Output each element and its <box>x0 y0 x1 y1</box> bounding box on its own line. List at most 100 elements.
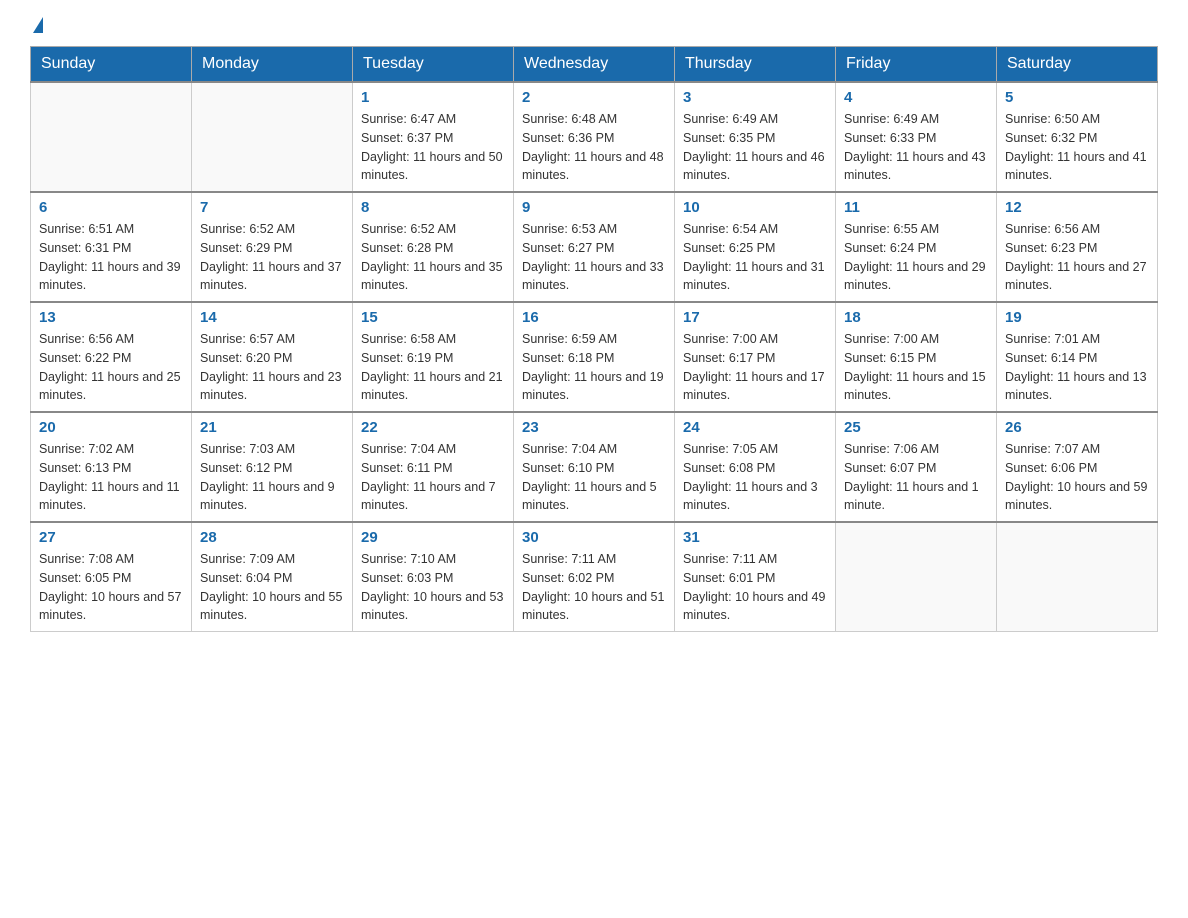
day-number: 5 <box>1005 89 1149 106</box>
calendar-cell: 31 Sunrise: 7:11 AMSunset: 6:01 PMDayligh… <box>675 522 836 632</box>
calendar-cell: 1 Sunrise: 6:47 AMSunset: 6:37 PMDaylight… <box>353 82 514 192</box>
day-number: 13 <box>39 309 183 326</box>
day-number: 26 <box>1005 419 1149 436</box>
day-number: 28 <box>200 529 344 546</box>
day-detail: Sunrise: 7:01 AMSunset: 6:14 PMDaylight:… <box>1005 330 1149 405</box>
day-detail: Sunrise: 6:51 AMSunset: 6:31 PMDaylight:… <box>39 220 183 295</box>
day-detail: Sunrise: 6:54 AMSunset: 6:25 PMDaylight:… <box>683 220 827 295</box>
calendar-cell: 25 Sunrise: 7:06 AMSunset: 6:07 PMDayligh… <box>836 412 997 522</box>
day-detail: Sunrise: 6:50 AMSunset: 6:32 PMDaylight:… <box>1005 110 1149 185</box>
day-number: 22 <box>361 419 505 436</box>
day-number: 11 <box>844 199 988 216</box>
calendar-cell: 3 Sunrise: 6:49 AMSunset: 6:35 PMDaylight… <box>675 82 836 192</box>
day-number: 12 <box>1005 199 1149 216</box>
day-detail: Sunrise: 7:04 AMSunset: 6:10 PMDaylight:… <box>522 440 666 515</box>
day-detail: Sunrise: 6:47 AMSunset: 6:37 PMDaylight:… <box>361 110 505 185</box>
day-number: 24 <box>683 419 827 436</box>
day-number: 23 <box>522 419 666 436</box>
calendar-cell: 19Sunrise: 7:01 AMSunset: 6:14 PMDayligh… <box>997 302 1158 412</box>
week-row-3: 13 Sunrise: 6:56 AMSunset: 6:22 PMDayligh… <box>31 302 1158 412</box>
day-number: 21 <box>200 419 344 436</box>
day-number: 16 <box>522 309 666 326</box>
day-number: 4 <box>844 89 988 106</box>
day-detail: Sunrise: 7:07 AMSunset: 6:06 PMDaylight:… <box>1005 440 1149 515</box>
calendar-cell: 23 Sunrise: 7:04 AMSunset: 6:10 PMDayligh… <box>514 412 675 522</box>
day-detail: Sunrise: 6:52 AMSunset: 6:29 PMDaylight:… <box>200 220 344 295</box>
day-number: 9 <box>522 199 666 216</box>
day-number: 27 <box>39 529 183 546</box>
weekday-header-friday: Friday <box>836 47 997 83</box>
day-detail: Sunrise: 6:57 AMSunset: 6:20 PMDaylight:… <box>200 330 344 405</box>
weekday-header-tuesday: Tuesday <box>353 47 514 83</box>
calendar-cell <box>192 82 353 192</box>
calendar-cell: 22Sunrise: 7:04 AMSunset: 6:11 PMDayligh… <box>353 412 514 522</box>
calendar-cell: 15 Sunrise: 6:58 AMSunset: 6:19 PMDayligh… <box>353 302 514 412</box>
calendar-cell <box>31 82 192 192</box>
day-detail: Sunrise: 6:56 AMSunset: 6:23 PMDaylight:… <box>1005 220 1149 295</box>
day-number: 3 <box>683 89 827 106</box>
calendar-cell: 2Sunrise: 6:48 AMSunset: 6:36 PMDaylight… <box>514 82 675 192</box>
calendar-cell: 24 Sunrise: 7:05 AMSunset: 6:08 PMDayligh… <box>675 412 836 522</box>
day-detail: Sunrise: 7:00 AMSunset: 6:15 PMDaylight:… <box>844 330 988 405</box>
day-number: 7 <box>200 199 344 216</box>
weekday-header-saturday: Saturday <box>997 47 1158 83</box>
day-detail: Sunrise: 7:03 AMSunset: 6:12 PMDaylight:… <box>200 440 344 515</box>
calendar-cell: 17Sunrise: 7:00 AMSunset: 6:17 PMDayligh… <box>675 302 836 412</box>
day-detail: Sunrise: 6:58 AMSunset: 6:19 PMDaylight:… <box>361 330 505 405</box>
day-detail: Sunrise: 7:02 AMSunset: 6:13 PMDaylight:… <box>39 440 183 515</box>
day-number: 14 <box>200 309 344 326</box>
calendar-cell: 21 Sunrise: 7:03 AMSunset: 6:12 PMDayligh… <box>192 412 353 522</box>
calendar-cell: 20 Sunrise: 7:02 AMSunset: 6:13 PMDayligh… <box>31 412 192 522</box>
day-detail: Sunrise: 7:06 AMSunset: 6:07 PMDaylight:… <box>844 440 988 515</box>
week-row-5: 27Sunrise: 7:08 AMSunset: 6:05 PMDayligh… <box>31 522 1158 632</box>
calendar-cell: 7 Sunrise: 6:52 AMSunset: 6:29 PMDaylight… <box>192 192 353 302</box>
week-row-2: 6 Sunrise: 6:51 AMSunset: 6:31 PMDaylight… <box>31 192 1158 302</box>
calendar-header-row: SundayMondayTuesdayWednesdayThursdayFrid… <box>31 47 1158 83</box>
logo-triangle-icon <box>33 17 43 33</box>
week-row-4: 20 Sunrise: 7:02 AMSunset: 6:13 PMDayligh… <box>31 412 1158 522</box>
weekday-header-wednesday: Wednesday <box>514 47 675 83</box>
calendar-cell: 6 Sunrise: 6:51 AMSunset: 6:31 PMDaylight… <box>31 192 192 302</box>
day-number: 20 <box>39 419 183 436</box>
calendar-cell <box>997 522 1158 632</box>
day-detail: Sunrise: 6:49 AMSunset: 6:35 PMDaylight:… <box>683 110 827 185</box>
calendar-table: SundayMondayTuesdayWednesdayThursdayFrid… <box>30 46 1158 632</box>
day-detail: Sunrise: 7:10 AMSunset: 6:03 PMDaylight:… <box>361 550 505 625</box>
calendar-cell: 26 Sunrise: 7:07 AMSunset: 6:06 PMDayligh… <box>997 412 1158 522</box>
day-detail: Sunrise: 6:55 AMSunset: 6:24 PMDaylight:… <box>844 220 988 295</box>
day-number: 31 <box>683 529 827 546</box>
day-detail: Sunrise: 6:59 AMSunset: 6:18 PMDaylight:… <box>522 330 666 405</box>
calendar-cell: 5 Sunrise: 6:50 AMSunset: 6:32 PMDaylight… <box>997 82 1158 192</box>
day-number: 10 <box>683 199 827 216</box>
day-number: 17 <box>683 309 827 326</box>
calendar-cell: 28 Sunrise: 7:09 AMSunset: 6:04 PMDayligh… <box>192 522 353 632</box>
day-number: 25 <box>844 419 988 436</box>
calendar-cell: 14 Sunrise: 6:57 AMSunset: 6:20 PMDayligh… <box>192 302 353 412</box>
day-detail: Sunrise: 6:53 AMSunset: 6:27 PMDaylight:… <box>522 220 666 295</box>
week-row-1: 1 Sunrise: 6:47 AMSunset: 6:37 PMDaylight… <box>31 82 1158 192</box>
day-detail: Sunrise: 6:49 AMSunset: 6:33 PMDaylight:… <box>844 110 988 185</box>
calendar-cell: 4 Sunrise: 6:49 AMSunset: 6:33 PMDaylight… <box>836 82 997 192</box>
day-detail: Sunrise: 7:05 AMSunset: 6:08 PMDaylight:… <box>683 440 827 515</box>
calendar-cell: 11 Sunrise: 6:55 AMSunset: 6:24 PMDayligh… <box>836 192 997 302</box>
day-detail: Sunrise: 7:09 AMSunset: 6:04 PMDaylight:… <box>200 550 344 625</box>
day-number: 18 <box>844 309 988 326</box>
calendar-cell: 27Sunrise: 7:08 AMSunset: 6:05 PMDayligh… <box>31 522 192 632</box>
calendar-cell: 9 Sunrise: 6:53 AMSunset: 6:27 PMDaylight… <box>514 192 675 302</box>
logo <box>30 20 43 36</box>
calendar-cell: 16 Sunrise: 6:59 AMSunset: 6:18 PMDayligh… <box>514 302 675 412</box>
day-number: 30 <box>522 529 666 546</box>
calendar-cell: 12 Sunrise: 6:56 AMSunset: 6:23 PMDayligh… <box>997 192 1158 302</box>
day-detail: Sunrise: 6:56 AMSunset: 6:22 PMDaylight:… <box>39 330 183 405</box>
calendar-cell: 13 Sunrise: 6:56 AMSunset: 6:22 PMDayligh… <box>31 302 192 412</box>
calendar-cell: 8Sunrise: 6:52 AMSunset: 6:28 PMDaylight… <box>353 192 514 302</box>
day-number: 15 <box>361 309 505 326</box>
day-number: 2 <box>522 89 666 106</box>
calendar-cell: 10 Sunrise: 6:54 AMSunset: 6:25 PMDayligh… <box>675 192 836 302</box>
day-number: 6 <box>39 199 183 216</box>
calendar-cell: 18 Sunrise: 7:00 AMSunset: 6:15 PMDayligh… <box>836 302 997 412</box>
day-detail: Sunrise: 7:11 AMSunset: 6:01 PMDaylight:… <box>683 550 827 625</box>
weekday-header-monday: Monday <box>192 47 353 83</box>
day-detail: Sunrise: 6:52 AMSunset: 6:28 PMDaylight:… <box>361 220 505 295</box>
day-number: 1 <box>361 89 505 106</box>
